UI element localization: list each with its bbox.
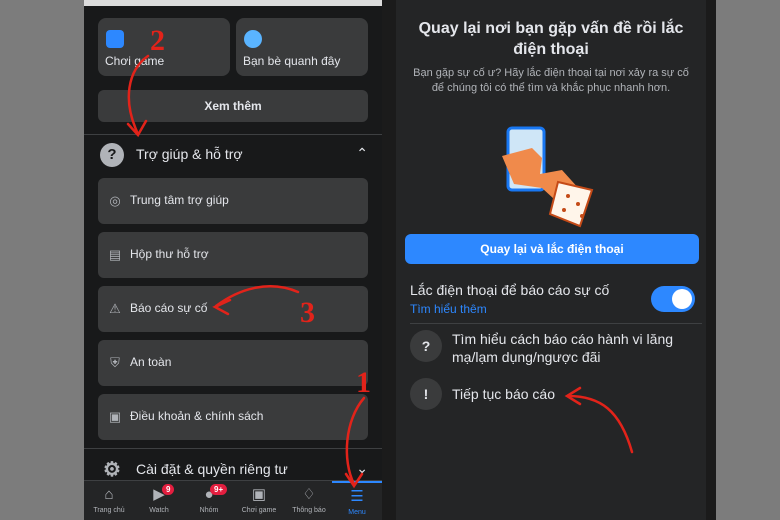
- notification-badge: 9+: [210, 484, 228, 495]
- menu-item-safety[interactable]: ⛨ An toàn: [98, 340, 368, 386]
- section-label: Trợ giúp & hỗ trợ: [136, 146, 243, 162]
- divider: [410, 323, 702, 324]
- shake-to-report-toggle[interactable]: [651, 286, 695, 312]
- sleeve-dot: [580, 214, 584, 218]
- right-phone-screen: Quay lại nơi bạn gặp vấn đề rồi lắc điện…: [396, 0, 706, 520]
- question-icon: ?: [410, 330, 442, 362]
- dialog-description: Bạn gặp sự cố ư? Hãy lắc điện thoại tại …: [413, 67, 689, 94]
- left-phone-screen: Chơi game Bạn bè quanh đây Xem thêm ? Tr…: [84, 0, 382, 520]
- phone-gap: [382, 0, 396, 520]
- nearby-friends-icon: [244, 30, 262, 48]
- shortcut-label: Bạn bè quanh đây: [243, 54, 341, 68]
- go-back-and-shake-button[interactable]: Quay lại và lắc điện thoại: [405, 234, 699, 264]
- shake-phone-illustration: [502, 126, 594, 228]
- phone-edge: [706, 0, 716, 520]
- learn-report-abuse-row[interactable]: ? Tìm hiểu cách báo cáo hành vi lăng mạ/…: [396, 330, 706, 370]
- section-label: Cài đặt & quyền riêng tư: [136, 461, 288, 477]
- row-label: Tìm hiểu cách báo cáo hành vi lăng mạ/lạ…: [452, 331, 674, 365]
- sleeve-dot: [562, 208, 566, 212]
- menu-item-terms-policies[interactable]: ▣ Điều khoản & chính sách: [98, 394, 368, 440]
- tab-label: Watch: [149, 507, 169, 514]
- tab-label: Thông báo: [292, 507, 326, 514]
- continue-report-row[interactable]: ! Tiếp tục báo cáo: [396, 378, 706, 410]
- warning-icon: ⚠: [109, 301, 121, 316]
- toggle-label: Lắc điện thoại để báo cáo sự cố: [410, 282, 610, 298]
- tab-gaming[interactable]: ▣ Chơi game: [234, 481, 284, 520]
- home-icon: ⌂: [104, 486, 114, 503]
- sleeve-dot: [566, 194, 570, 198]
- tab-groups[interactable]: ● 9+ Nhóm: [184, 481, 234, 520]
- menu-item-label: Hộp thư hỗ trợ: [130, 247, 209, 261]
- menu-item-label: An toàn: [130, 355, 172, 369]
- inbox-icon: ▤: [108, 247, 122, 262]
- tab-watch[interactable]: ▶ 9 Watch: [134, 481, 184, 520]
- bell-icon: ♢: [302, 486, 316, 503]
- question-icon: ?: [100, 143, 124, 167]
- divider: [84, 448, 382, 449]
- shortcut-label: Chơi game: [105, 54, 165, 68]
- tab-menu[interactable]: ☰ Menu: [332, 481, 382, 520]
- learn-more-link[interactable]: Tìm hiểu thêm: [410, 302, 487, 316]
- tab-home[interactable]: ⌂ Trang chủ: [84, 481, 134, 520]
- shortcut-nearby-friends[interactable]: Bạn bè quanh đây: [236, 18, 368, 76]
- tab-label: Trang chủ: [93, 507, 125, 514]
- tab-label: Menu: [348, 509, 366, 516]
- menu-item-label: Báo cáo sự cố: [130, 301, 208, 315]
- tab-label: Nhóm: [199, 507, 219, 514]
- sleeve-dot: [576, 202, 580, 206]
- toggle-knob: [672, 289, 692, 309]
- menu-item-label: Trung tâm trợ giúp: [130, 193, 229, 207]
- row-label: Tiếp tục báo cáo: [452, 386, 555, 402]
- shake-to-report-setting: Lắc điện thoại để báo cáo sự cố Tìm hiểu…: [396, 278, 706, 322]
- menu-item-report-problem[interactable]: ⚠ Báo cáo sự cố: [98, 286, 368, 332]
- status-bar: [84, 0, 382, 6]
- gaming-icon: ▣: [251, 486, 267, 503]
- lifebuoy-icon: ◎: [109, 193, 121, 208]
- shield-icon: ⛨: [110, 355, 120, 370]
- menu-item-support-inbox[interactable]: ▤ Hộp thư hỗ trợ: [98, 232, 368, 278]
- dialog-title: Quay lại nơi bạn gặp vấn đề rồi lắc điện…: [418, 20, 684, 58]
- see-more-button[interactable]: Xem thêm: [98, 90, 368, 122]
- tab-label: Chơi game: [241, 507, 277, 514]
- section-help-support[interactable]: ? Trợ giúp & hỗ trợ ⌃: [84, 135, 382, 175]
- menu-item-help-center[interactable]: ◎ Trung tâm trợ giúp: [98, 178, 368, 224]
- gear-icon: ⚙: [103, 459, 121, 481]
- chevron-down-icon: ⌄: [356, 460, 368, 476]
- shortcut-games[interactable]: Chơi game: [98, 18, 230, 76]
- bottom-tab-bar: ⌂ Trang chủ ▶ 9 Watch ● 9+ Nhóm ▣ Chơi g…: [84, 480, 382, 520]
- document-icon: ▣: [108, 409, 122, 424]
- menu-item-label: Điều khoản & chính sách: [130, 409, 264, 423]
- sleeve-drawing: [548, 180, 594, 228]
- exclamation-icon: !: [410, 378, 442, 410]
- tab-notifications[interactable]: ♢ Thông báo: [284, 481, 334, 520]
- menu-icon: ☰: [350, 488, 364, 505]
- game-icon: [106, 30, 124, 48]
- chevron-up-icon: ⌃: [356, 145, 368, 161]
- notification-badge: 9: [162, 484, 175, 495]
